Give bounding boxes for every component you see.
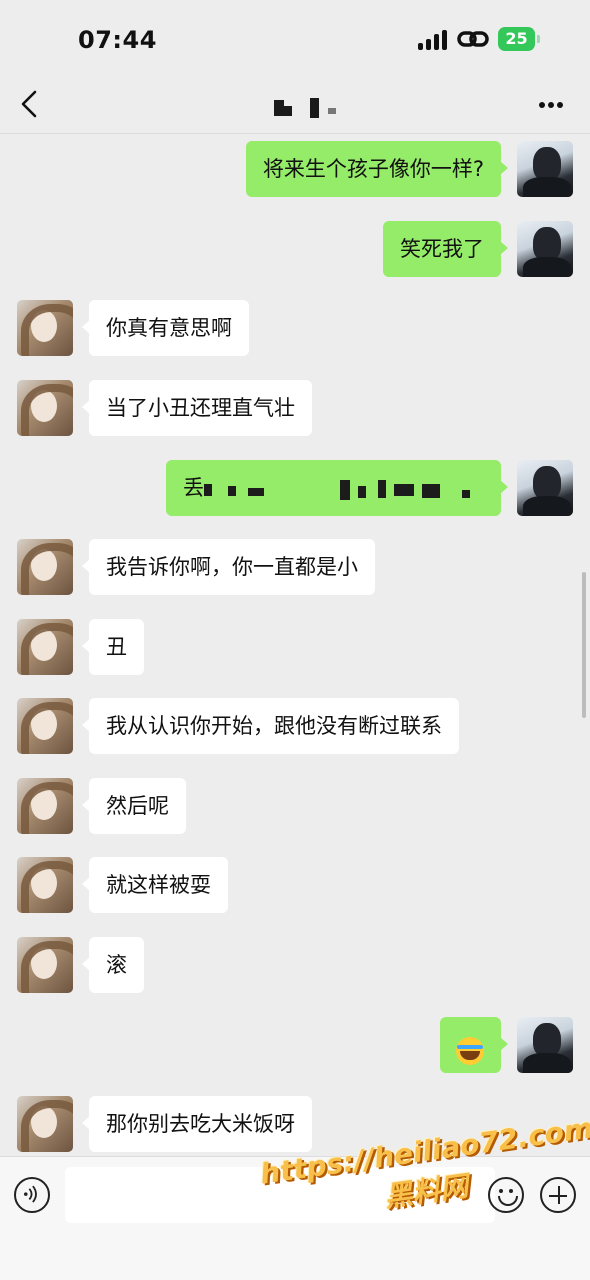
my-avatar[interactable] xyxy=(517,141,573,197)
contact-avatar[interactable] xyxy=(17,857,73,913)
outgoing-message-bubble[interactable]: 笑死我了 xyxy=(383,221,508,277)
outgoing-emoji-bubble[interactable] xyxy=(440,1017,508,1073)
status-bar: 07:44 25 xyxy=(0,0,590,76)
link-icon xyxy=(457,31,489,47)
voice-icon[interactable] xyxy=(14,1177,50,1213)
scrollbar[interactable] xyxy=(582,572,586,718)
contact-avatar[interactable] xyxy=(17,1096,73,1152)
incoming-message-bubble[interactable]: 我告诉你啊，你一直都是小 xyxy=(82,539,375,595)
chat-header xyxy=(0,76,590,134)
contact-avatar[interactable] xyxy=(17,619,73,675)
my-avatar[interactable] xyxy=(517,1017,573,1073)
incoming-message-bubble[interactable]: 当了小丑还理直气壮 xyxy=(82,380,312,436)
cellular-signal-icon xyxy=(418,30,448,50)
status-time: 07:44 xyxy=(78,26,157,54)
message-text: 丢 xyxy=(183,476,204,500)
incoming-message-bubble[interactable]: 丑 xyxy=(82,619,144,675)
incoming-message-bubble[interactable]: 然后呢 xyxy=(82,778,186,834)
contact-avatar[interactable] xyxy=(17,300,73,356)
contact-avatar[interactable] xyxy=(17,937,73,993)
battery-icon: 25 xyxy=(498,27,540,51)
incoming-message-bubble[interactable]: 你真有意思啊 xyxy=(82,300,249,356)
contact-name-redacted xyxy=(270,96,350,120)
outgoing-message-bubble-redacted[interactable]: 丢 xyxy=(166,460,508,516)
battery-level: 25 xyxy=(498,27,535,51)
contact-avatar[interactable] xyxy=(17,539,73,595)
incoming-message-bubble[interactable]: 那你别去吃大米饭呀 xyxy=(82,1096,312,1152)
contact-avatar[interactable] xyxy=(17,380,73,436)
my-avatar[interactable] xyxy=(517,221,573,277)
chat-screen: 07:44 25 将来生个孩子像你一样? 笑死我了 你真有意思啊 当了小丑还理直… xyxy=(0,0,590,1280)
my-avatar[interactable] xyxy=(517,460,573,516)
chevron-left-icon[interactable] xyxy=(18,89,42,119)
more-dots-icon[interactable] xyxy=(535,100,567,110)
contact-avatar[interactable] xyxy=(17,698,73,754)
outgoing-message-bubble[interactable]: 将来生个孩子像你一样? xyxy=(245,141,509,197)
incoming-message-bubble[interactable]: 滚 xyxy=(82,937,144,993)
rolling-on-floor-laughing-emoji-icon xyxy=(456,1037,484,1065)
incoming-message-bubble[interactable]: 我从认识你开始，跟他没有断过联系 xyxy=(82,698,459,754)
incoming-message-bubble[interactable]: 就这样被耍 xyxy=(82,857,228,913)
contact-avatar[interactable] xyxy=(17,778,73,834)
